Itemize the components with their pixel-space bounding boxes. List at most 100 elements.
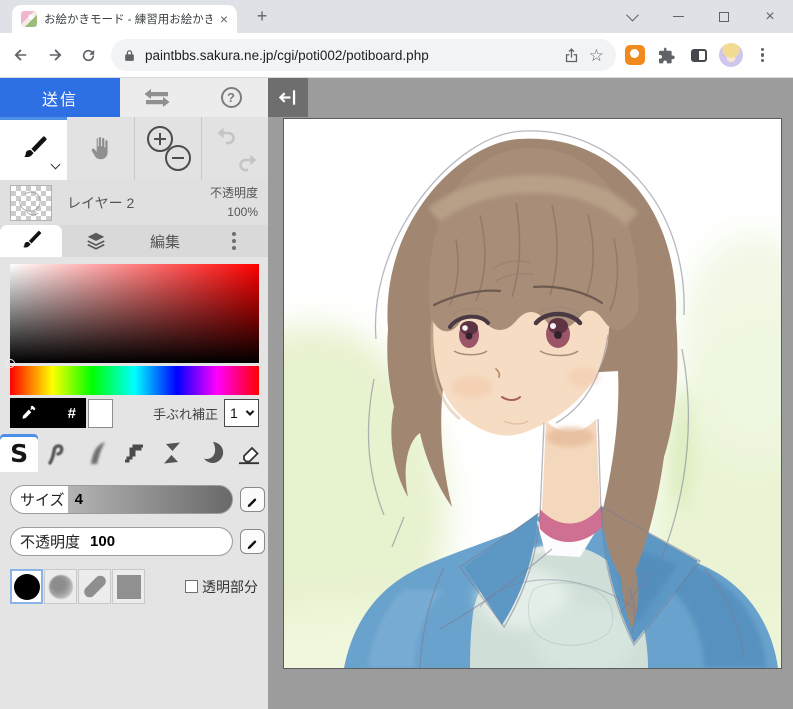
forward-icon — [49, 49, 61, 61]
hex-input-button[interactable]: # — [68, 405, 76, 422]
redo-icon — [239, 154, 257, 172]
help-icon: ? — [220, 87, 242, 108]
kebab-menu-icon — [231, 232, 236, 250]
send-button[interactable]: 送信 — [0, 78, 120, 117]
tab-edit[interactable]: 編集 — [131, 225, 200, 257]
dot-pen-icon — [124, 444, 143, 463]
layer-opacity: 不透明度 100% — [210, 184, 258, 221]
pen-edit-icon — [247, 540, 256, 549]
minimize-button[interactable] — [655, 0, 701, 33]
brush-tab-icon — [23, 230, 42, 248]
browser-tab[interactable]: お絵かきモード - 練習用お絵かき掲示 × — [12, 5, 237, 33]
extension-orange-icon[interactable] — [621, 42, 648, 69]
select-chevron-icon — [245, 407, 255, 416]
opacity-slider[interactable]: 不透明度 100 — [10, 527, 233, 556]
sv-cursor[interactable] — [6, 359, 15, 368]
collapse-panel-button[interactable] — [268, 78, 308, 117]
square-tip-icon — [116, 574, 141, 599]
layer-thumbnail-sketch — [19, 191, 41, 215]
brush-icon — [23, 135, 47, 157]
layer-thumbnail[interactable] — [10, 184, 52, 221]
brush-tip-stroke[interactable] — [78, 569, 111, 604]
zoom-tools — [134, 117, 201, 180]
layer-opacity-value: 100% — [227, 204, 258, 219]
brush-tip-circle[interactable] — [10, 569, 43, 604]
extensions-puzzle-icon[interactable] — [653, 42, 680, 69]
current-color-swatch[interactable] — [88, 398, 113, 428]
brush-tip-square[interactable] — [112, 569, 145, 604]
browser-toolbar: paintbbs.sakura.ne.jp/cgi/poti002/potibo… — [0, 33, 793, 78]
reload-button[interactable] — [75, 42, 102, 69]
size-slider[interactable]: サイズ 4 — [10, 485, 233, 514]
zoom-out-button[interactable] — [165, 145, 191, 171]
hand-icon — [91, 137, 108, 160]
eyedropper-icon[interactable] — [20, 405, 36, 421]
brush-pen-icon — [90, 442, 105, 464]
pen-type-eraser[interactable] — [230, 434, 268, 472]
tab-search-icon[interactable] — [609, 0, 655, 33]
drawing-canvas[interactable] — [283, 118, 782, 669]
swap-colors-button[interactable] — [120, 78, 194, 117]
help-button[interactable]: ? — [194, 78, 268, 117]
undo-button[interactable] — [214, 125, 238, 147]
canvas-artwork — [284, 119, 781, 668]
pen-type-dot[interactable] — [115, 434, 153, 472]
opacity-value: 100 — [90, 533, 116, 550]
hand-tool-button[interactable] — [67, 117, 134, 180]
maximize-button[interactable] — [701, 0, 747, 33]
bookmark-star-icon[interactable]: ☆ — [589, 47, 604, 64]
pen-type-marker[interactable] — [191, 434, 229, 472]
marker-pen-icon — [203, 442, 223, 463]
profile-avatar[interactable] — [717, 42, 744, 69]
browser-menu-icon[interactable] — [749, 42, 776, 69]
back-button[interactable] — [7, 42, 34, 69]
color-tools-box: # — [10, 398, 86, 428]
screen: お絵かきモード - 練習用お絵かき掲示 × + × paintbbs.sakur… — [0, 0, 793, 709]
stabilizer-label: 手ぶれ補正 — [152, 406, 218, 422]
circle-tip-icon — [13, 573, 40, 600]
layer-opacity-label: 不透明度 — [209, 185, 258, 200]
saturation-value-picker[interactable] — [6, 264, 259, 368]
soft-pen-icon — [48, 444, 64, 465]
back-icon — [14, 49, 26, 61]
side-panel-icon[interactable] — [685, 42, 712, 69]
tab-title: お絵かきモード - 練習用お絵かき掲示 — [44, 14, 212, 26]
pen-type-ink[interactable] — [153, 434, 191, 472]
tab-brush[interactable] — [0, 225, 62, 257]
tab-close-icon[interactable]: × — [220, 12, 228, 26]
transparent-checkbox[interactable] — [185, 580, 198, 593]
forward-button[interactable] — [41, 42, 68, 69]
size-edit-button[interactable] — [240, 487, 265, 512]
hue-bar[interactable] — [10, 366, 259, 395]
eraser-icon — [238, 446, 259, 465]
pen-type-brush[interactable] — [77, 434, 115, 472]
close-window-button[interactable]: × — [747, 0, 793, 33]
layers-icon — [87, 232, 105, 250]
brush-tool-button[interactable] — [0, 117, 67, 180]
undo-redo-tools — [201, 117, 268, 180]
pen-type-solid[interactable]: S — [0, 434, 39, 472]
window-controls: × — [609, 0, 793, 33]
collapse-left-icon — [278, 90, 295, 105]
new-tab-button[interactable]: + — [249, 3, 275, 29]
pen-type-soft[interactable] — [38, 434, 76, 472]
favicon — [21, 11, 37, 27]
pen-edit-icon — [247, 498, 256, 507]
layer-name[interactable]: レイヤー 2 — [67, 193, 134, 213]
redo-button[interactable] — [236, 152, 260, 174]
opacity-edit-button[interactable] — [240, 529, 265, 554]
stabilizer-select[interactable]: 1 — [224, 399, 259, 427]
tool-sidebar: 送信 ? レイヤー 2 不透明度 100% 編集 # 手ぶれ補正 1 S サイズ… — [0, 78, 268, 709]
tab-layers[interactable] — [62, 225, 131, 257]
url-text: paintbbs.sakura.ne.jp/cgi/poti002/potibo… — [145, 47, 429, 63]
share-icon[interactable] — [563, 47, 580, 64]
stabilizer-value: 1 — [230, 405, 238, 421]
paint-app: 送信 ? レイヤー 2 不透明度 100% 編集 # 手ぶれ補正 1 S サイズ… — [0, 78, 793, 709]
url-bar[interactable]: paintbbs.sakura.ne.jp/cgi/poti002/potibo… — [111, 39, 616, 71]
menu-button[interactable] — [199, 225, 268, 257]
noise-tip-icon — [48, 574, 73, 599]
brush-tip-noise[interactable] — [44, 569, 77, 604]
canvas-area — [268, 78, 793, 709]
solid-pen-icon: S — [10, 438, 29, 468]
transparent-label: 透明部分 — [202, 578, 258, 595]
